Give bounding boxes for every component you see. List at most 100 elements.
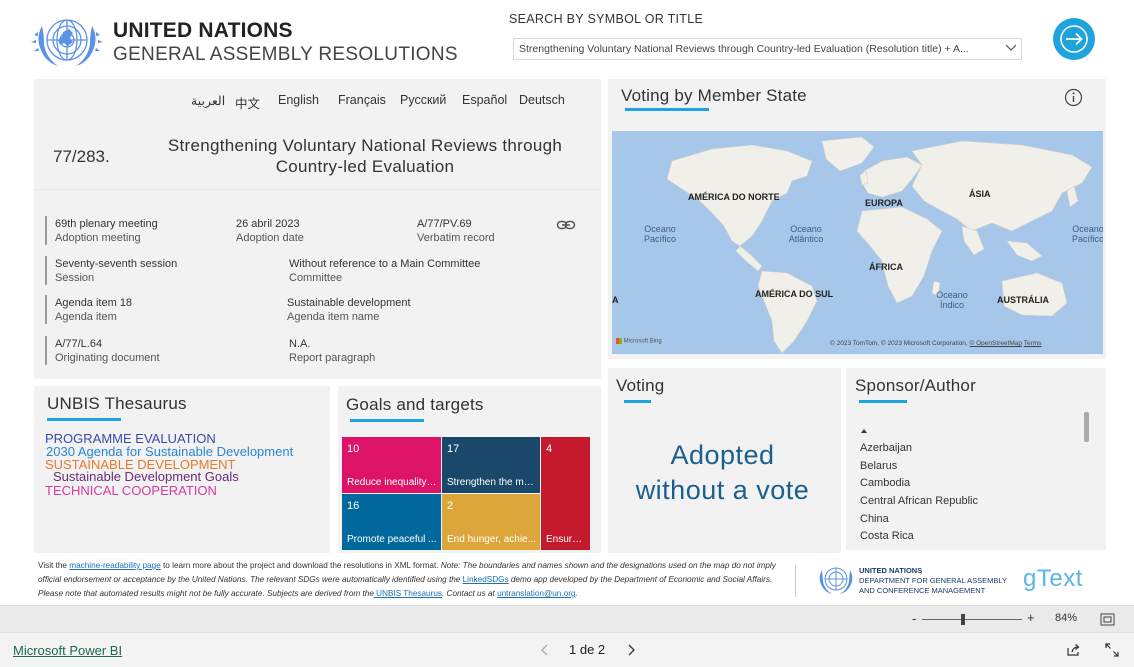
powerbi-footer <box>0 632 1134 667</box>
map-label-africa: ÁFRICA <box>869 262 903 272</box>
map-label-europe: EUROPA <box>865 198 903 208</box>
originating-document-label: Originating document <box>55 352 160 364</box>
sdg-label: End hunger, achie... <box>447 534 536 545</box>
meta-divider <box>45 216 47 245</box>
map-label-indian-ocean: Oceano Índico <box>936 290 968 310</box>
power-bi-link[interactable]: Microsoft Power BI <box>13 643 122 658</box>
voting-result-line1: Adopted <box>670 440 775 470</box>
meta-divider <box>45 256 47 285</box>
fullscreen-icon[interactable] <box>1105 643 1119 657</box>
sdg-tile[interactable]: 10 Reduce inequality ... <box>342 437 441 493</box>
verbatim-record-value[interactable]: A/77/PV.69 <box>417 218 472 230</box>
search-label: SEARCH BY SYMBOL OR TITLE <box>509 12 704 26</box>
sponsor-item: China <box>860 513 889 525</box>
zoom-slider-handle[interactable] <box>961 614 965 625</box>
go-button[interactable] <box>1053 18 1095 60</box>
sdg-label: Promote peaceful ... <box>347 534 437 545</box>
lang-spanish[interactable]: Español <box>462 93 507 107</box>
committee-label: Committee <box>289 272 343 284</box>
chevron-right-icon[interactable] <box>626 644 636 656</box>
share-icon[interactable] <box>1066 643 1081 657</box>
sort-ascending-icon[interactable] <box>860 428 868 434</box>
sdg-tile[interactable]: 2 End hunger, achie... <box>442 494 540 550</box>
app-title-line1: UNITED NATIONS <box>113 19 293 42</box>
fit-to-page-icon[interactable] <box>1100 613 1115 626</box>
lang-arabic[interactable]: العربية <box>191 93 225 108</box>
zoom-in-button[interactable]: + <box>1027 610 1035 625</box>
verbatim-record-label: Verbatim record <box>417 232 495 244</box>
voting-title: Voting <box>616 376 665 395</box>
map-label-atlantic-ocean: Oceano Atlântico <box>788 224 824 244</box>
sdg-number: 4 <box>546 443 553 455</box>
un-emblem-small-logo <box>819 567 853 594</box>
goals-title: Goals and targets <box>346 395 484 414</box>
lang-german[interactable]: Deutsch <box>519 93 565 107</box>
chevron-down-icon[interactable] <box>1004 41 1018 55</box>
report-canvas: UNITED NATIONS GENERAL ASSEMBLY RESOLUTI… <box>0 0 1134 605</box>
agenda-item-name-label: Agenda item name <box>287 311 380 323</box>
zoom-level: 84% <box>1055 612 1078 624</box>
osm-link[interactable]: © OpenStreetMap <box>970 340 1022 347</box>
terms-link[interactable]: Terms <box>1024 340 1042 347</box>
adoption-date-value: 26 abril 2023 <box>236 218 300 230</box>
thesaurus-term[interactable]: TECHNICAL COOPERATION <box>45 484 217 497</box>
sdg-label: Strengthen the me... <box>447 477 536 488</box>
title-underline <box>47 418 121 421</box>
map-label-pacific-ocean: Oceano Pacífico <box>643 224 676 244</box>
adoption-meeting-value: 69th plenary meeting <box>55 218 158 230</box>
un-emblem-logo <box>31 19 103 66</box>
dgacm-line: AND CONFERENCE MANAGEMENT <box>859 586 986 595</box>
world-map[interactable]: AMÉRICA DO NORTE EUROPA ÁSIA ÁFRICA AMÉR… <box>612 131 1103 354</box>
sdg-tile[interactable]: 16 Promote peaceful ... <box>342 494 441 550</box>
voting-result-line2: without a vote <box>635 475 810 505</box>
lang-russian[interactable]: Русский <box>400 93 446 107</box>
sdg-tile[interactable]: 17 Strengthen the me... <box>442 437 540 493</box>
map-label-pacific-ocean-east: Oceano Pacífico <box>1071 224 1103 244</box>
bing-logo: Microsoft Bing <box>616 338 662 345</box>
sponsor-item: Central African Republic <box>860 495 979 507</box>
zoom-slider-track[interactable] <box>922 619 1022 620</box>
agenda-item-value: Agenda item 18 <box>55 297 133 309</box>
dgacm-line: UNITED NATIONS <box>859 566 923 575</box>
meta-divider <box>45 336 47 365</box>
linkedsdgs-link[interactable]: LinkedSDGs <box>463 575 509 584</box>
committee-value: Without reference to a Main Committee <box>289 258 481 270</box>
info-icon[interactable] <box>1064 88 1083 107</box>
sdg-tile[interactable]: 4 Ensure ... <box>541 437 590 550</box>
originating-document-value[interactable]: A/77/L.64 <box>55 338 102 350</box>
adoption-date-label: Adoption date <box>236 232 304 244</box>
map-label-australia: AUSTRÁLIA <box>997 295 1049 305</box>
machine-readability-link[interactable]: machine-readability page <box>69 561 160 570</box>
title-underline <box>624 400 651 403</box>
app-title-line2: GENERAL ASSEMBLY RESOLUTIONS <box>113 44 458 65</box>
sponsor-item: Cambodia <box>860 477 911 489</box>
contact-email-link[interactable]: untranslation@un.org <box>497 589 575 598</box>
thesaurus-term[interactable]: Sustainable Development Goals <box>53 470 239 483</box>
unbis-thesaurus-link[interactable]: UNBIS Thesaurus <box>374 589 442 598</box>
lang-french[interactable]: Français <box>338 93 386 107</box>
bing-logo-text: Microsoft Bing <box>623 338 662 345</box>
world-map-land <box>666 136 1093 354</box>
adoption-meeting-label: Adoption meeting <box>55 232 141 244</box>
sponsor-item: Belarus <box>860 460 898 472</box>
lang-english[interactable]: English <box>278 93 319 107</box>
map-label-south-america: AMÉRICA DO SUL <box>755 289 834 299</box>
attribution-text: © 2023 TomTom, © 2023 Microsoft Corporat… <box>830 340 968 347</box>
sponsor-item: Costa Rica <box>860 530 914 542</box>
map-title: Voting by Member State <box>621 86 807 105</box>
sponsor-item: Azerbaijan <box>860 442 912 454</box>
title-underline <box>625 108 709 111</box>
link-icon[interactable] <box>556 218 576 232</box>
sponsor-scrollbar[interactable] <box>1084 412 1089 442</box>
lang-chinese[interactable]: 中文 <box>235 93 260 112</box>
gtext-logo: gText <box>1023 565 1083 592</box>
chevron-left-icon[interactable] <box>540 644 550 656</box>
zoom-out-button[interactable]: - <box>912 611 916 626</box>
voting-result: Adopted without a vote <box>612 438 833 508</box>
footer-note: Visit the machine-readability page to le… <box>38 559 790 601</box>
thesaurus-title: UNBIS Thesaurus <box>47 394 187 413</box>
footer-text-segment: to learn more about the project and down… <box>160 561 441 570</box>
search-dropdown[interactable]: Strengthening Voluntary National Reviews… <box>513 38 1022 60</box>
zoom-bar: - + 84% <box>0 605 1134 632</box>
title-underline <box>859 400 907 403</box>
